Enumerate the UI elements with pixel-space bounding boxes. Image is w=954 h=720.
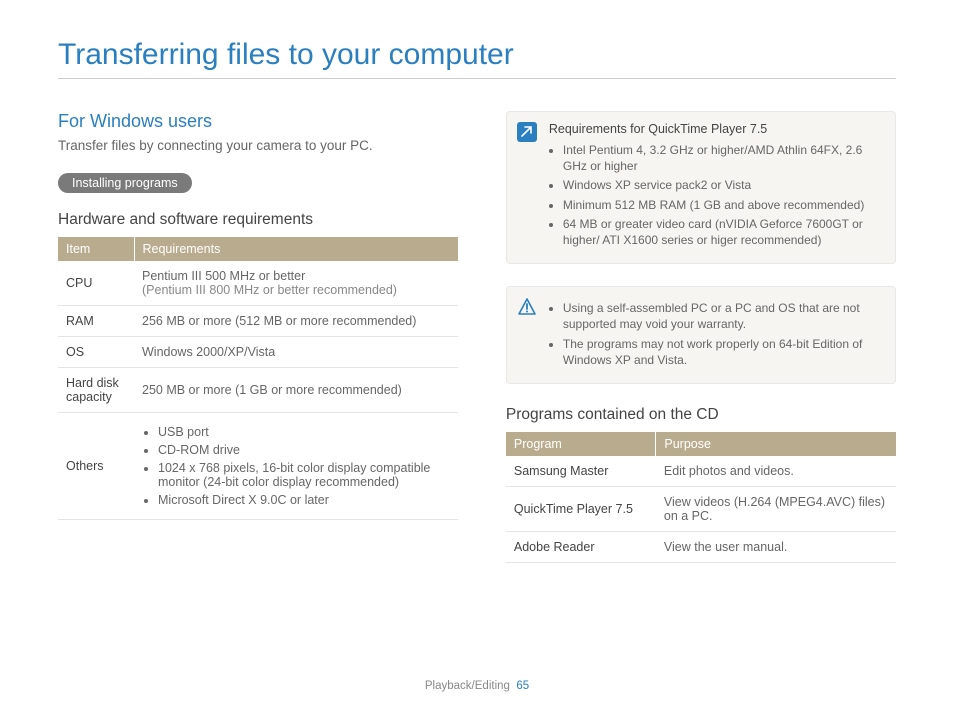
right-column: Requirements for QuickTime Player 7.5 In… [506,111,896,563]
col-item: Item [58,237,134,261]
list-item: CD-ROM drive [158,443,450,457]
page-footer: Playback/Editing 65 [0,680,954,692]
list-item: Microsoft Direct X 9.0C or later [158,493,450,507]
pill-installing-programs: Installing programs [58,173,192,193]
table-row: Others USB port CD-ROM drive 1024 x 768 … [58,413,458,520]
table-row: Adobe Reader View the user manual. [506,531,896,562]
col-purpose: Purpose [656,432,896,456]
table-row: QuickTime Player 7.5 View videos (H.264 … [506,486,896,531]
note-warning: Using a self-assembled PC or a PC and OS… [506,286,896,384]
programs-heading: Programs contained on the CD [506,406,896,424]
table-row: CPU Pentium III 500 MHz or better(Pentiu… [58,261,458,306]
col-requirements: Requirements [134,237,458,261]
note-title: Requirements for QuickTime Player 7.5 [549,122,883,136]
left-column: For Windows users Transfer files by conn… [58,111,458,563]
list-item: Windows XP service pack2 or Vista [563,177,883,193]
page-number: 65 [516,680,529,692]
table-row: Hard disk capacity 250 MB or more (1 GB … [58,368,458,413]
list-item: Intel Pentium 4, 3.2 GHz or higher/AMD A… [563,142,883,174]
note-icon [517,122,537,142]
col-program: Program [506,432,656,456]
section-subtext: Transfer files by connecting your camera… [58,138,458,153]
programs-table: Program Purpose Samsung Master Edit phot… [506,432,896,563]
table-row: Samsung Master Edit photos and videos. [506,456,896,487]
divider [58,78,896,79]
table-row: RAM 256 MB or more (512 MB or more recom… [58,306,458,337]
footer-section: Playback/Editing [425,680,510,692]
page-title: Transferring files to your computer [58,38,896,72]
list-item: 64 MB or greater video card (nVIDIA Gefo… [563,216,883,248]
list-item: Using a self-assembled PC or a PC and OS… [563,300,883,332]
list-item: Minimum 512 MB RAM (1 GB and above recom… [563,197,883,213]
note-quicktime-requirements: Requirements for QuickTime Player 7.5 In… [506,111,896,264]
list-item: 1024 x 768 pixels, 16-bit color display … [158,461,450,489]
requirements-heading: Hardware and software requirements [58,211,458,229]
warning-icon [517,297,537,317]
requirements-table: Item Requirements CPU Pentium III 500 MH… [58,237,458,520]
list-item: The programs may not work properly on 64… [563,336,883,368]
section-heading: For Windows users [58,111,458,132]
list-item: USB port [158,425,450,439]
table-row: OS Windows 2000/XP/Vista [58,337,458,368]
